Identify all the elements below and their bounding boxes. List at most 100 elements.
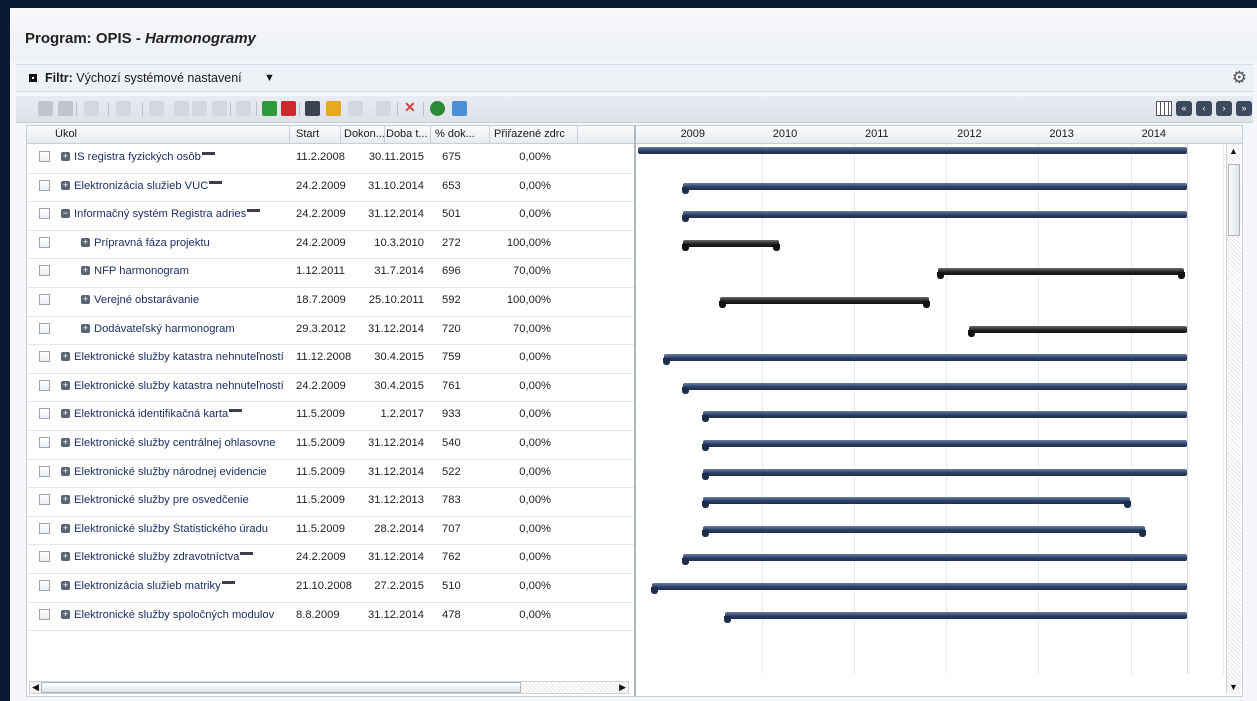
- chevron-down-icon[interactable]: ▼: [264, 72, 275, 84]
- row-checkbox[interactable]: [39, 179, 50, 191]
- table-row[interactable]: + Elektronické služby národnej evidencie 1…: [27, 459, 635, 489]
- task-name[interactable]: Prípravná fáza projektu: [94, 237, 288, 249]
- prev-icon[interactable]: ‹: [1196, 101, 1212, 116]
- table-row[interactable]: + Elektronické služby katastra nehnuteľno…: [27, 373, 635, 403]
- print-icon[interactable]: [305, 101, 320, 116]
- expand-icon[interactable]: +: [61, 495, 70, 505]
- task-name[interactable]: Elektronické služby národnej evidencie: [74, 466, 288, 478]
- filter-bar[interactable]: Filtr: Výchozí systémové nastavení ▼ ⚙: [16, 64, 1253, 92]
- task-bar[interactable]: [701, 497, 1132, 509]
- row-checkbox[interactable]: [39, 437, 50, 448]
- task-bar[interactable]: [718, 297, 931, 308]
- scrollbar-thumb[interactable]: [41, 682, 521, 693]
- table-row[interactable]: + Elektronické služby Štatistického úradu…: [27, 516, 635, 546]
- expand-icon[interactable]: +: [61, 352, 70, 362]
- task-bar[interactable]: [650, 583, 1187, 594]
- row-checkbox[interactable]: [39, 494, 50, 506]
- column-header-task[interactable]: Úkol: [55, 128, 275, 140]
- task-bar[interactable]: [682, 382, 1187, 394]
- link-icon[interactable]: [84, 101, 99, 116]
- scroll-up-icon[interactable]: ▲: [1229, 146, 1238, 156]
- task-bar[interactable]: [682, 211, 1187, 223]
- task-bar[interactable]: [638, 147, 1187, 154]
- table-row[interactable]: + Elektronické služby spoločných modulov 8…: [27, 602, 635, 632]
- task-bar[interactable]: [682, 182, 1187, 194]
- column-header-duration[interactable]: Doba t...: [386, 128, 430, 140]
- row-checkbox[interactable]: [39, 551, 50, 563]
- task-name[interactable]: Elektronizácia služieb VÚC: [74, 180, 288, 192]
- outdent-icon[interactable]: [174, 101, 189, 116]
- table-row[interactable]: + Verejné obstarávanie 18.7.2009 25.10.2011…: [27, 287, 635, 317]
- row-checkbox[interactable]: [39, 322, 50, 334]
- horizontal-scrollbar[interactable]: ◀ ▶: [29, 681, 629, 694]
- unchain-icon[interactable]: [236, 101, 251, 116]
- table-row[interactable]: + Elektronizácia služieb matriky 21.10.200…: [27, 573, 635, 603]
- column-header-percent[interactable]: % dok...: [435, 128, 475, 140]
- task-name[interactable]: Informačný systém Registra adries: [74, 208, 288, 220]
- expand-icon[interactable]: +: [81, 323, 90, 333]
- row-checkbox[interactable]: [39, 294, 50, 305]
- collapse-icon[interactable]: −: [61, 209, 70, 219]
- expand-icon[interactable]: +: [61, 581, 70, 590]
- task-bar[interactable]: [967, 325, 1187, 337]
- task-name[interactable]: Elektronické služby katastra nehnuteľnos…: [74, 351, 288, 363]
- task-name[interactable]: Elektronizácia služieb matriky: [74, 580, 288, 592]
- task-bar[interactable]: [701, 468, 1187, 480]
- row-checkbox[interactable]: [39, 580, 50, 591]
- expand-icon[interactable]: +: [61, 409, 70, 419]
- camera-icon[interactable]: [376, 101, 391, 116]
- task-name[interactable]: Elektronické služby zdravotníctva: [74, 551, 288, 563]
- task-name[interactable]: Elektronická identifikačná karta: [74, 408, 288, 420]
- grid-icon[interactable]: [1156, 101, 1172, 116]
- task-bar[interactable]: [701, 525, 1147, 537]
- task-bar[interactable]: [937, 268, 1186, 280]
- table-row[interactable]: + Elektronické služby katastra nehnuteľno…: [27, 344, 635, 374]
- first-icon[interactable]: «: [1176, 101, 1192, 116]
- scrollbar-thumb[interactable]: [1228, 164, 1240, 236]
- task-name[interactable]: Elektronické služby pre osvedčenie: [74, 494, 288, 506]
- table-row[interactable]: + Elektronické služby centrálnej ohlasovn…: [27, 430, 635, 460]
- row-checkbox[interactable]: [39, 608, 50, 620]
- next-icon[interactable]: ›: [1216, 101, 1232, 116]
- last-icon[interactable]: »: [1236, 101, 1252, 116]
- task-bar[interactable]: [701, 411, 1187, 423]
- row-checkbox[interactable]: [39, 522, 50, 534]
- row-checkbox[interactable]: [39, 151, 50, 162]
- task-name[interactable]: Elektronické služby katastra nehnuteľnos…: [74, 380, 288, 392]
- task-bar[interactable]: [724, 611, 1187, 623]
- scroll-down-icon[interactable]: ▼: [1229, 682, 1238, 692]
- save-icon[interactable]: [38, 101, 53, 116]
- scroll-right-icon[interactable]: ▶: [619, 682, 626, 693]
- expand-icon[interactable]: +: [61, 438, 70, 447]
- vertical-scrollbar[interactable]: ▲ ▼: [1226, 144, 1241, 694]
- table-row[interactable]: + NFP harmonogram 1.12.2011 31.7.2014 696 70,…: [27, 258, 635, 288]
- expand-icon[interactable]: +: [81, 295, 90, 304]
- row-checkbox[interactable]: [39, 208, 50, 220]
- row-checkbox[interactable]: [39, 379, 50, 391]
- task-bar[interactable]: [682, 239, 781, 251]
- remove-icon[interactable]: [281, 101, 296, 116]
- delete-icon[interactable]: ✕: [404, 99, 419, 115]
- task-name[interactable]: Verejné obstarávanie: [94, 294, 288, 306]
- task-bar[interactable]: [701, 440, 1187, 451]
- task-name[interactable]: Elektronické služby Štatistického úradu: [74, 523, 288, 535]
- table-row[interactable]: + Dodávateľský harmonogram 29.3.2012 31.12.…: [27, 316, 635, 346]
- expand-icon[interactable]: +: [81, 266, 90, 276]
- expand-icon[interactable]: +: [61, 609, 70, 619]
- add-icon[interactable]: [262, 101, 277, 116]
- table-row[interactable]: + IS registra fyzických osôb 11.2.2008 30.1…: [27, 144, 635, 174]
- expand-icon[interactable]: +: [61, 466, 70, 476]
- task-name[interactable]: Elektronické služby centrálnej ohlasovne: [74, 437, 288, 449]
- chain-icon[interactable]: [212, 101, 227, 116]
- table-row[interactable]: + Elektronická identifikačná karta 11.5.20…: [27, 401, 635, 431]
- task-bar[interactable]: [682, 554, 1187, 566]
- lock-icon[interactable]: [326, 101, 341, 116]
- expand-icon[interactable]: +: [61, 152, 70, 161]
- expand-icon[interactable]: +: [61, 380, 70, 390]
- row-checkbox[interactable]: [39, 265, 50, 277]
- task-bar[interactable]: [663, 354, 1187, 366]
- filter-collapse-icon[interactable]: [29, 74, 37, 82]
- task-name[interactable]: NFP harmonogram: [94, 265, 288, 277]
- task-name[interactable]: IS registra fyzických osôb: [74, 151, 288, 163]
- table-row[interactable]: + Elektronické služby pre osvedčenie 11.5.…: [27, 487, 635, 517]
